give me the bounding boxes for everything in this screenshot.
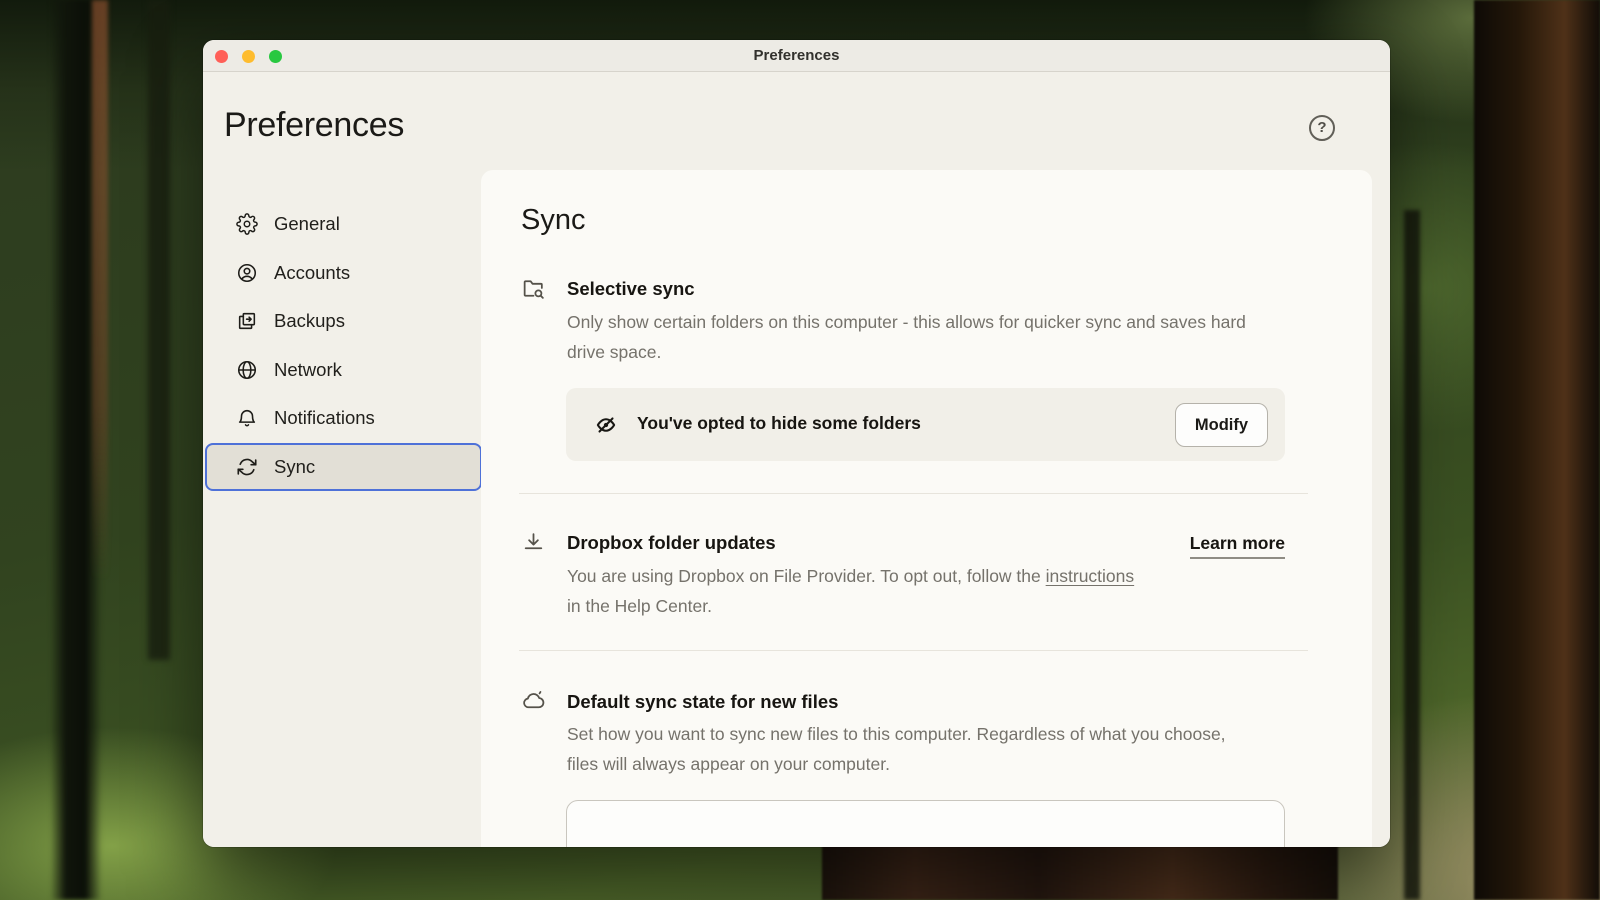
desktop-wallpaper: Preferences Preferences ? General Accoun… — [0, 0, 1600, 900]
section-title-folder-updates: Dropbox folder updates — [567, 532, 776, 554]
eye-off-icon — [593, 412, 619, 438]
sidebar-item-notifications[interactable]: Notifications — [205, 394, 482, 442]
sidebar-item-general[interactable]: General — [205, 200, 482, 248]
window-title: Preferences — [754, 47, 840, 64]
modify-button[interactable]: Modify — [1175, 403, 1268, 447]
section-divider — [519, 650, 1308, 651]
sync-settings-panel: Sync Selective sync Only show certain fo… — [481, 170, 1372, 847]
window-titlebar[interactable]: Preferences — [203, 40, 1390, 72]
window-body: Preferences ? General Accounts — [203, 72, 1390, 847]
default-sync-description: Set how you want to sync new files to th… — [567, 720, 1255, 779]
preferences-window: Preferences Preferences ? General Accoun… — [203, 40, 1390, 847]
zoom-button[interactable] — [269, 50, 282, 63]
minimize-button[interactable] — [242, 50, 255, 63]
help-icon[interactable]: ? — [1309, 115, 1335, 141]
traffic-lights — [215, 50, 282, 63]
sidebar-item-label: Backups — [274, 310, 345, 332]
sidebar-item-label: Sync — [274, 456, 315, 478]
globe-icon — [236, 359, 258, 381]
gear-icon — [236, 213, 258, 235]
folder-search-icon — [521, 276, 546, 301]
page-title: Preferences — [224, 106, 404, 145]
cloud-icon — [521, 688, 546, 713]
sidebar-item-label: Accounts — [274, 262, 350, 284]
default-sync-dropdown[interactable] — [566, 800, 1285, 847]
learn-more-link[interactable]: Learn more — [1190, 533, 1285, 559]
sidebar-item-label: Notifications — [274, 407, 375, 429]
instructions-link[interactable]: instructions — [1046, 566, 1135, 586]
bell-icon — [236, 407, 258, 429]
hidden-folders-banner: You've opted to hide some folders Modify — [566, 388, 1285, 461]
section-title-default-sync: Default sync state for new files — [567, 691, 838, 713]
tree-trunk — [148, 0, 170, 660]
sidebar-item-accounts[interactable]: Accounts — [205, 249, 482, 297]
tree-trunk — [1404, 210, 1420, 900]
account-circle-icon — [236, 262, 258, 284]
hidden-folders-message: You've opted to hide some folders — [637, 413, 921, 434]
panel-title: Sync — [521, 204, 585, 237]
folder-updates-description: You are using Dropbox on File Provider. … — [567, 562, 1147, 621]
sidebar-item-sync[interactable]: Sync — [205, 443, 482, 491]
sidebar: General Accounts Backups — [205, 200, 482, 491]
download-icon — [521, 530, 546, 555]
sidebar-item-network[interactable]: Network — [205, 346, 482, 394]
backups-icon — [236, 310, 258, 332]
section-divider — [519, 493, 1308, 494]
sidebar-item-backups[interactable]: Backups — [205, 297, 482, 345]
close-button[interactable] — [215, 50, 228, 63]
tree-trunk — [1474, 0, 1600, 900]
description-text: You are using Dropbox on File Provider. … — [567, 566, 1046, 586]
selective-sync-description: Only show certain folders on this comput… — [567, 308, 1259, 367]
sync-arrows-icon — [236, 456, 258, 478]
description-text: in the Help Center. — [567, 596, 712, 616]
section-title-selective-sync: Selective sync — [567, 278, 695, 300]
tree-trunk — [92, 0, 108, 580]
sidebar-item-label: General — [274, 213, 340, 235]
sidebar-item-label: Network — [274, 359, 342, 381]
